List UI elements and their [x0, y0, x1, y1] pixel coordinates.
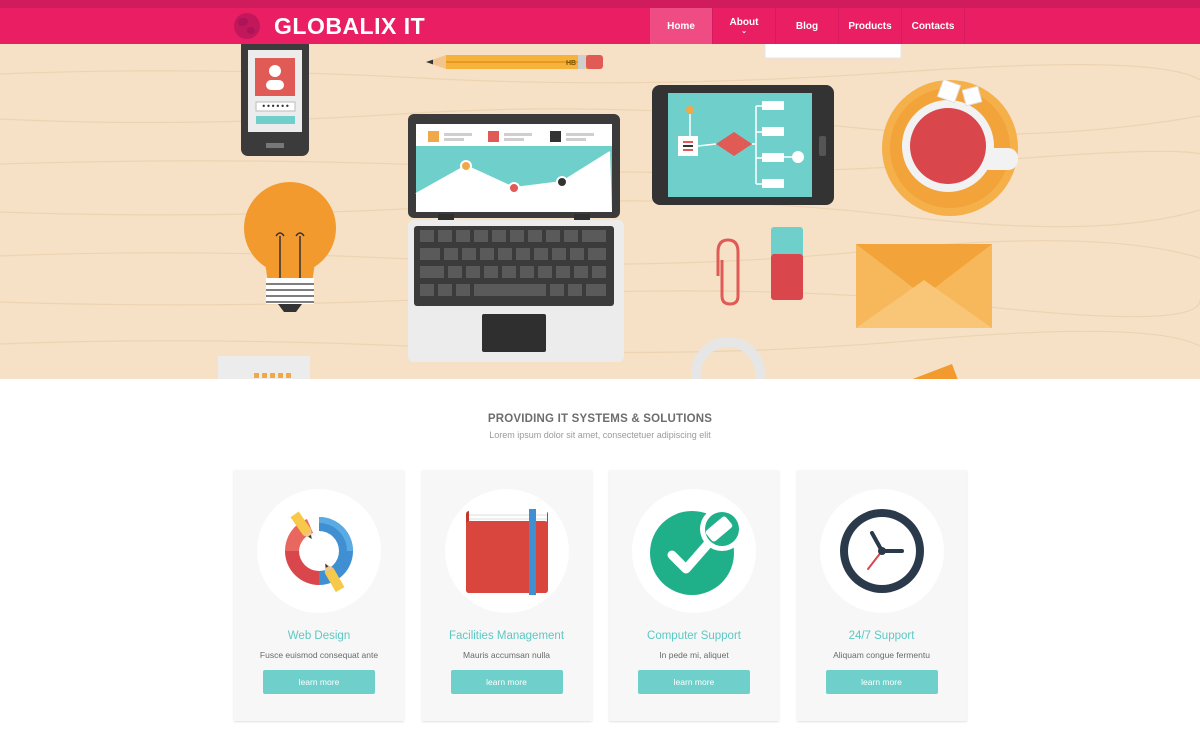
- service-text: Aliquam congue fermentu: [833, 650, 930, 660]
- tablet-icon: [652, 85, 834, 205]
- lightbulb-icon: [244, 182, 336, 312]
- nav-blog[interactable]: Blog: [776, 8, 839, 44]
- coffee-cup-icon: [882, 78, 1018, 216]
- brand-name: GLOBALIX IT: [274, 12, 426, 39]
- section-title: PROVIDING IT SYSTEMS & SOLUTIONS: [487, 413, 713, 425]
- learn-more-button[interactable]: learn more: [825, 670, 938, 694]
- pencil-icon: HB: [426, 55, 603, 69]
- nav-home[interactable]: Home: [650, 8, 713, 44]
- learn-more-button[interactable]: learn more: [638, 670, 750, 694]
- service-text: In pede mi, aliquet: [659, 650, 729, 660]
- nav-contacts[interactable]: Contacts: [902, 8, 965, 44]
- envelope-icon: [856, 244, 992, 328]
- hero-banner: •••••• HB: [0, 44, 1200, 379]
- flat-desk-illustration: •••••• HB: [0, 44, 1200, 379]
- site-header: GLOBALIX IT Home About ⌄ Blog Products C…: [0, 8, 1200, 44]
- nav-products-label: Products: [848, 20, 892, 32]
- nav-products[interactable]: Products: [839, 8, 902, 44]
- phone-icon: ••••••: [241, 44, 309, 156]
- chevron-down-icon: ⌄: [741, 28, 747, 35]
- main-nav: Home About ⌄ Blog Products Contacts: [650, 8, 965, 44]
- service-title: Facilities Management: [448, 630, 565, 642]
- section-subtitle: Lorem ipsum dolor sit amet, consectetuer…: [489, 430, 711, 440]
- learn-more-button[interactable]: learn more: [263, 670, 375, 694]
- nav-contacts-label: Contacts: [911, 20, 955, 32]
- nav-home-label: Home: [667, 20, 695, 32]
- nav-about-label: About: [729, 17, 759, 28]
- logo[interactable]: GLOBALIX IT: [234, 12, 425, 40]
- orange-object: [912, 364, 958, 379]
- service-card-24-7-support: 24/7 Support Aliquam congue fermentu lea…: [796, 470, 967, 721]
- book-icon: [465, 509, 548, 595]
- nav-blog-label: Blog: [795, 20, 819, 32]
- service-icon-circle: [444, 489, 569, 613]
- service-card-facilities: Facilities Management Mauris accumsan nu…: [421, 470, 592, 721]
- service-icon-circle: [257, 489, 381, 613]
- service-card-computer-support: Computer Support In pede mi, aliquet lea…: [609, 470, 779, 721]
- service-title: Computer Support: [647, 630, 741, 642]
- checkmark-icon: [650, 507, 744, 595]
- top-strip: [0, 0, 1200, 8]
- service-icon-circle: [632, 489, 756, 613]
- ring-chart-pencils-icon: [284, 511, 353, 593]
- paperclip-icon: [716, 238, 740, 306]
- service-text: Fusce euismod consequat ante: [259, 650, 379, 660]
- clock-icon: [839, 509, 924, 593]
- paper-sheet: [764, 44, 902, 59]
- pencil-label: HB: [566, 60, 576, 67]
- service-title: 24/7 Support: [848, 630, 915, 642]
- eraser-icon: [771, 227, 803, 300]
- laptop-icon: [408, 114, 624, 362]
- services-row: Web Design Fusce euismod consequat ante …: [234, 470, 967, 721]
- service-text: Mauris accumsan nulla: [463, 650, 550, 660]
- globe-icon: [234, 13, 260, 39]
- tape-roll: [691, 337, 765, 379]
- service-icon-circle: [819, 489, 944, 613]
- learn-more-button[interactable]: learn more: [450, 670, 563, 694]
- nav-about[interactable]: About ⌄: [713, 8, 776, 44]
- service-card-web-design: Web Design Fusce euismod consequat ante …: [234, 470, 404, 721]
- svg-text:••••••: ••••••: [261, 102, 289, 111]
- service-title: Web Design: [287, 630, 351, 642]
